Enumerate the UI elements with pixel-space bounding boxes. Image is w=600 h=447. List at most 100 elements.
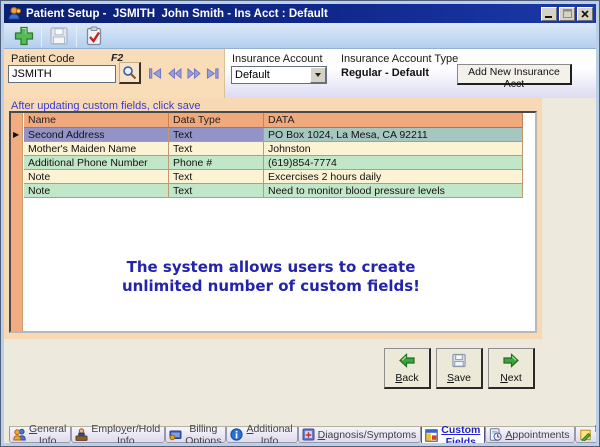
billing-icon: [169, 428, 182, 441]
table-row[interactable]: NoteTextNeed to monitor blood pressure l…: [24, 184, 523, 198]
cell-datatype[interactable]: Text: [169, 170, 264, 184]
cell-data[interactable]: Excercises 2 hours daily: [264, 170, 523, 184]
custom-fields-message: The system allows users to create unlimi…: [11, 258, 531, 296]
title-bar: Patient Setup - JSMITH John Smith - Ins …: [4, 4, 596, 23]
tab-label: Diagnosis/Symptoms: [318, 429, 417, 441]
tab-label: Appointments: [505, 429, 569, 441]
grid-header: Name Data Type DATA: [24, 113, 523, 128]
tab-general-info[interactable]: General Info: [9, 427, 71, 443]
people-icon: [13, 428, 26, 441]
table-row[interactable]: Additional Phone NumberPhone #(619)854-7…: [24, 156, 523, 170]
magnifier-icon: [122, 65, 137, 80]
body-area: Patient Code F2 Insurance Account Defaul…: [4, 49, 596, 443]
next-button[interactable]: Next: [488, 348, 535, 389]
maximize-button[interactable]: [559, 7, 575, 21]
bottom-tab-bar: General InfoEmployer/Hold InfoBilling Op…: [9, 426, 596, 443]
tab-label: General Info: [29, 423, 66, 444]
patient-code-panel: Patient Code F2: [4, 49, 225, 98]
cell-name[interactable]: Second Address: [24, 128, 169, 142]
add-new-insurance-button[interactable]: Add New Insurance Acct: [457, 64, 572, 85]
tab-label: Patient Notes: [595, 423, 596, 444]
tab-diagnosis-symptoms[interactable]: Diagnosis/Symptoms: [298, 427, 422, 443]
verify-button[interactable]: [79, 24, 109, 48]
chevron-down-icon[interactable]: [310, 67, 326, 83]
appointments-icon: [489, 428, 502, 441]
tab-billing-options[interactable]: Billing Options: [165, 427, 226, 443]
insurance-account-select[interactable]: Default: [231, 66, 327, 84]
tab-label: Billing Options: [185, 423, 221, 444]
custom-fields-grid: ▶ Name Data Type DATA Second AddressText…: [9, 111, 537, 333]
plus-icon: [13, 25, 35, 47]
button-label: Back: [395, 372, 418, 384]
patient-code-input[interactable]: [8, 65, 116, 83]
floppy-icon: [451, 353, 467, 368]
cell-datatype[interactable]: Text: [169, 128, 264, 142]
arrow-right-icon: [502, 353, 520, 368]
tab-label: Additional Info: [246, 423, 292, 444]
grid-body: Second AddressTextPO Box 1024, La Mesa, …: [24, 128, 523, 198]
window-title: Patient Setup - JSMITH John Smith - Ins …: [26, 8, 541, 20]
table-row[interactable]: NoteTextExcercises 2 hours daily: [24, 170, 523, 184]
save-record-button[interactable]: [44, 24, 74, 48]
cell-data[interactable]: PO Box 1024, La Mesa, CA 92211: [264, 128, 523, 142]
cell-name[interactable]: Mother's Maiden Name: [24, 142, 169, 156]
tab-label: Custom Fields: [441, 424, 480, 444]
cell-datatype[interactable]: Text: [169, 184, 264, 198]
first-record-button[interactable]: [147, 67, 164, 80]
column-header-name: Name: [24, 113, 169, 128]
insurance-account-label: Insurance Account: [232, 53, 323, 65]
save-button[interactable]: Save: [436, 348, 483, 389]
cell-name[interactable]: Additional Phone Number: [24, 156, 169, 170]
patient-setup-window: Patient Setup - JSMITH John Smith - Ins …: [0, 0, 600, 447]
clipboard-check-icon: [84, 26, 104, 46]
next-record-button[interactable]: [185, 67, 202, 80]
floppy-disabled-icon: [49, 26, 69, 46]
insurance-account-type-value: Regular - Default: [341, 67, 429, 79]
back-button[interactable]: Back: [384, 348, 431, 389]
previous-record-button[interactable]: [166, 67, 183, 80]
tab-additional-info[interactable]: Additional Info: [226, 427, 297, 443]
record-navigation: [147, 67, 221, 80]
column-header-data: DATA: [264, 113, 523, 128]
add-record-button[interactable]: [9, 24, 39, 48]
close-button[interactable]: [577, 7, 593, 21]
notes-icon: [579, 428, 592, 441]
selected-row-marker-icon: ▶: [13, 130, 19, 140]
cell-name[interactable]: Note: [24, 170, 169, 184]
tab-custom-fields[interactable]: Custom Fields: [421, 427, 485, 443]
minimize-button[interactable]: [541, 7, 557, 21]
patient-search-button[interactable]: [119, 62, 141, 84]
insurance-panel: Insurance Account Default Insurance Acco…: [225, 49, 596, 98]
tab-label: Employer/Hold Info: [91, 423, 160, 444]
column-header-datatype: Data Type: [169, 113, 264, 128]
last-record-button[interactable]: [204, 67, 221, 80]
toolbar-separator: [76, 25, 77, 47]
cell-data[interactable]: Need to monitor blood pressure levels: [264, 184, 523, 198]
table-row[interactable]: Second AddressTextPO Box 1024, La Mesa, …: [24, 128, 523, 142]
insurance-account-type-label: Insurance Account Type: [341, 53, 458, 65]
button-label: Save: [447, 372, 471, 384]
diagnosis-icon: [302, 428, 315, 441]
tab-patient-notes[interactable]: Patient Notes: [575, 427, 596, 443]
button-label: Next: [500, 372, 522, 384]
cell-data[interactable]: Johnston: [264, 142, 523, 156]
table-row[interactable]: Mother's Maiden NameTextJohnston: [24, 142, 523, 156]
info-icon: [230, 428, 243, 441]
arrow-left-icon: [398, 353, 416, 368]
main-toolbar: [4, 23, 596, 49]
tab-appointments[interactable]: Appointments: [485, 427, 574, 443]
nav-buttons: Back Save Next: [384, 348, 535, 389]
tab-employer-hold-info[interactable]: Employer/Hold Info: [71, 427, 165, 443]
toolbar-separator: [41, 25, 42, 47]
custom-fields-panel: After updating custom fields, click save…: [4, 98, 542, 339]
cell-datatype[interactable]: Phone #: [169, 156, 264, 170]
row-selector-column: [11, 113, 23, 331]
cell-name[interactable]: Note: [24, 184, 169, 198]
insurance-account-value: Default: [232, 69, 310, 81]
employer-icon: [75, 428, 88, 441]
message-line-1: The system allows users to create: [11, 258, 531, 277]
cell-data[interactable]: (619)854-7774: [264, 156, 523, 170]
message-line-2: unlimited number of custom fields!: [11, 277, 531, 296]
app-icon: [7, 6, 22, 21]
cell-datatype[interactable]: Text: [169, 142, 264, 156]
